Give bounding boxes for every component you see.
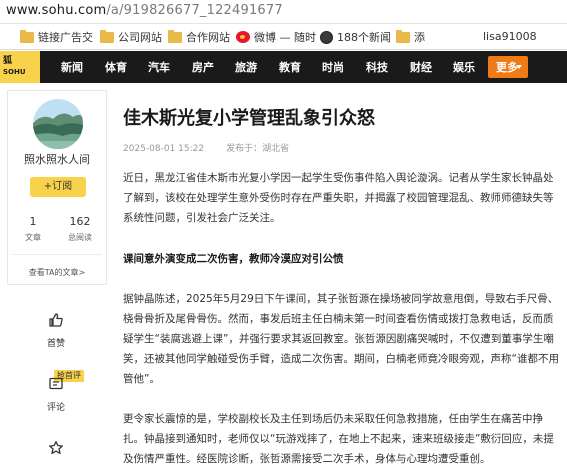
bookmark-links-ads[interactable]: 链接广告交	[20, 29, 93, 45]
reads-count: 162	[69, 215, 91, 228]
bookmark-label: 合作网站	[186, 31, 230, 44]
logo-text-top: 狐	[3, 56, 13, 66]
url-host: www.sohu.com	[6, 3, 107, 18]
bookmark-label: 188个新闻	[337, 31, 391, 44]
nav-education[interactable]: 教育	[279, 59, 301, 75]
bookmark-company-site[interactable]: 公司网站	[100, 29, 162, 45]
url-text[interactable]: www.sohu.com/a/919826677_122491677	[6, 3, 283, 18]
thumbs-up-icon	[49, 313, 63, 327]
nav-entertainment[interactable]: 娱乐	[453, 59, 475, 75]
author-card: 照水照水人间 +订阅 1 文章 162 总阅读 查看TA的文章>	[7, 90, 107, 285]
avatar[interactable]	[33, 99, 83, 149]
article-meta: 2025-08-01 15:22 发布于：湖北省	[123, 141, 289, 154]
url-path: /a/919826677_122491677	[106, 3, 283, 18]
bookmark-label: 链接广告交	[38, 31, 93, 44]
article-title: 佳木斯光复小学管理乱象引众怒	[123, 108, 375, 129]
bookmark-label: 微博 — 随时	[254, 31, 316, 44]
nav-fashion[interactable]: 时尚	[322, 59, 344, 75]
nav-news[interactable]: 新闻	[61, 59, 83, 75]
reads-label: 总阅读	[68, 233, 92, 242]
nav-finance[interactable]: 财经	[410, 59, 432, 75]
nav-auto[interactable]: 汽车	[148, 59, 170, 75]
bookmark-label: 公司网站	[118, 31, 162, 44]
bookmark-label: 添	[414, 31, 425, 44]
nav-realestate[interactable]: 房产	[192, 59, 214, 75]
paragraph-incident: 据钟晶陈述，2025年5月29日下午课间，其子张哲源在操场被同学故意甩倒，导致右…	[123, 293, 559, 385]
articles-label: 文章	[25, 233, 41, 242]
logo-text-bottom: SOHU	[3, 68, 26, 76]
follow-button[interactable]: +订阅	[30, 177, 86, 197]
more-label: 更多	[496, 61, 518, 74]
paragraph-response: 更令家长震惊的是，学校副校长及主任到场后仍未采取任何急救措施，任由学生在痛苦中挣…	[123, 413, 554, 465]
bookmark-weibo[interactable]: 微博 — 随时	[236, 29, 316, 45]
nav-sports[interactable]: 体育	[105, 59, 127, 75]
bookmark-partner-site[interactable]: 合作网站	[168, 29, 230, 45]
nav-travel[interactable]: 旅游	[235, 59, 257, 75]
comment-icon	[49, 377, 63, 390]
section-heading: 课间意外演变成二次伤害，教师冷漠应对引公愤	[123, 253, 344, 265]
sohu-logo[interactable]: 狐 SOHU	[0, 51, 40, 83]
publish-location: 发布于：湖北省	[226, 144, 290, 154]
folder-icon	[20, 29, 34, 43]
comment-action[interactable]: 评论	[36, 376, 76, 413]
folder-icon	[100, 29, 114, 43]
folder-icon	[168, 29, 182, 43]
favorite-action[interactable]	[36, 440, 76, 460]
card-divider	[12, 254, 102, 255]
folder-icon	[396, 29, 410, 43]
user-name[interactable]: lisa91008	[483, 30, 537, 43]
address-bar[interactable]: www.sohu.com/a/919826677_122491677	[0, 0, 567, 24]
weibo-icon	[236, 31, 250, 43]
star-icon	[49, 440, 63, 455]
comment-label: 评论	[46, 403, 65, 413]
bookmark-188-news[interactable]: 188个新闻	[320, 29, 391, 45]
bookmarks-bar: 链接广告交 公司网站 合作网站 微博 — 随时 188个新闻 添 lisa910…	[0, 25, 567, 50]
globe-icon	[320, 30, 333, 44]
view-articles-link[interactable]: 查看TA的文章>	[8, 267, 106, 278]
author-name[interactable]: 照水照水人间	[8, 151, 106, 167]
like-action[interactable]: 首赞	[36, 312, 76, 349]
articles-count: 1	[29, 215, 37, 228]
nav-tech[interactable]: 科技	[366, 59, 388, 75]
publish-date: 2025-08-01 15:22	[123, 144, 205, 154]
like-label: 首赞	[46, 339, 65, 349]
site-nav: 狐 SOHU 新闻 体育 汽车 房产 旅游 教育 时尚 科技 财经 娱乐 更多	[0, 51, 567, 83]
paragraph-intro: 近日，黑龙江省佳木斯市光复小学因一起学生受伤事件陷入舆论漩涡。记者从学生家长钟晶…	[123, 172, 554, 224]
nav-more-button[interactable]: 更多	[488, 56, 528, 78]
avatar-landscape-image	[33, 99, 83, 149]
bookmark-add[interactable]: 添	[396, 29, 425, 45]
